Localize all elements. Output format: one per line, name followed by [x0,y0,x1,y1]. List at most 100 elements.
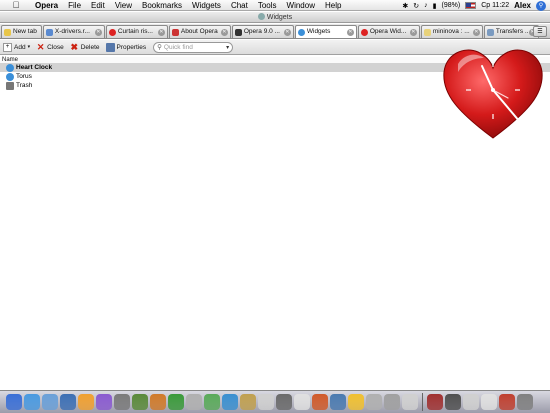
opera-logo-icon [108,29,116,36]
dock-app-icon[interactable] [427,394,443,410]
tab-label: Transfers ... [495,28,531,35]
page-icon [45,29,53,36]
menu-app-opera[interactable]: Opera [30,0,63,11]
dock-app-icon[interactable] [114,394,130,410]
menu-window[interactable]: Window [282,0,320,11]
dock-app-icon[interactable] [463,394,479,410]
dock-app-icon[interactable] [499,394,515,410]
quick-find-input[interactable]: ⚲ Quick find ▾ [153,41,234,53]
menu-tools[interactable]: Tools [253,0,282,11]
opera-doc-icon [171,29,179,36]
dock-app-icon[interactable] [312,394,328,410]
dock-app-icon[interactable] [258,394,274,410]
heart-clock-widget[interactable] [438,42,548,142]
dock-app-icon[interactable] [6,394,22,410]
site-logo-icon [234,29,242,36]
menu-view[interactable]: View [110,0,137,11]
tab-opera-9[interactable]: Opera 9.0 ... ✕ [231,25,294,38]
dock-separator [422,393,423,411]
search-icon: ⚲ [157,44,162,51]
close-icon: ✕ [36,41,45,52]
delete-label: Delete [80,43,100,51]
dock-app-icon[interactable] [348,394,364,410]
dock-app-icon[interactable] [132,394,148,410]
close-button[interactable]: ✕ Close [33,41,67,54]
dock-app-icon[interactable] [240,394,256,410]
dock-app-icon[interactable] [204,394,220,410]
tab-transfers[interactable]: Transfers ... ✕ [483,25,539,38]
dock-app-icon[interactable] [42,394,58,410]
bluetooth-icon[interactable]: ✱ [402,2,408,10]
properties-button[interactable]: Properties [103,41,150,54]
dock-app-icon[interactable] [517,394,533,410]
tab-label: Opera 9.0 ... [243,28,280,35]
dock-app-icon[interactable] [96,394,112,410]
dock-app-icon[interactable] [294,394,310,410]
volume-icon[interactable]: ♪ [424,2,428,9]
apple-menu-icon[interactable]:  [10,0,22,11]
tab-curtain-rising[interactable]: Curtain ris... ✕ [105,25,168,38]
menu-user[interactable]: Alex [514,1,531,10]
tab-close-icon[interactable]: ✕ [157,29,165,36]
list-item-label: Torus [16,73,32,80]
tab-label: New tab [13,28,37,35]
page-icon [423,29,431,36]
battery-percent: (98%) [441,2,461,9]
tab-label: Opera Wid... [369,28,407,35]
tab-list-menu-button[interactable]: ☰ [533,26,547,37]
tab-mininova[interactable]: mininova : ... ✕ [420,25,483,38]
tab-close-icon[interactable]: ✕ [283,29,291,36]
trash-icon [6,81,14,90]
widget-icon [6,72,14,81]
spotlight-icon[interactable]: ⚲ [536,0,546,11]
tab-new-tab[interactable]: New tab [1,25,42,38]
add-button[interactable]: + Add ▾ [0,41,33,54]
list-item-label: Trash [16,82,33,89]
tab-close-icon[interactable]: ✕ [472,29,480,36]
menu-clock[interactable]: Ср 11:22 [481,2,509,9]
tab-close-icon[interactable]: ✕ [94,29,102,36]
dock-app-icon[interactable] [168,394,184,410]
menu-widgets[interactable]: Widgets [187,0,226,11]
dock-app-icon[interactable] [150,394,166,410]
menu-file[interactable]: File [63,0,86,11]
widget-icon [6,63,14,72]
tab-x-drivers[interactable]: X-drivers.r... ✕ [42,25,105,38]
tab-bar: New tab X-drivers.r... ✕ Curtain ris... … [0,24,550,39]
tab-widgets[interactable]: Widgets ✕ [294,25,357,38]
dock-app-icon[interactable] [186,394,202,410]
delete-icon: ✖ [70,41,78,52]
tab-close-icon[interactable]: ✕ [346,29,354,36]
sync-icon[interactable]: ↻ [413,2,419,10]
dock [0,390,550,413]
dock-app-icon[interactable] [330,394,346,410]
dock-app-icon[interactable] [60,394,76,410]
tab-close-icon[interactable]: ✕ [220,29,228,36]
dock-app-icon[interactable] [402,394,418,410]
tab-opera-widgets[interactable]: Opera Wid... ✕ [357,25,420,38]
tab-close-icon[interactable]: ✕ [409,29,417,36]
menu-edit[interactable]: Edit [86,0,110,11]
dock-app-icon[interactable] [481,394,497,410]
input-language-flag-icon[interactable] [465,2,477,9]
dock-app-icon[interactable] [445,394,461,410]
battery-icon[interactable]: ▮ [433,2,437,10]
desktop:  Opera File Edit View Bookmarks Widgets… [0,0,550,413]
chevron-down-icon[interactable]: ▾ [226,44,229,51]
dock-app-icon[interactable] [78,394,94,410]
dock-app-icon[interactable] [384,394,400,410]
dock-app-icon[interactable] [366,394,382,410]
dock-app-icon[interactable] [24,394,40,410]
delete-button[interactable]: ✖ Delete [67,41,103,54]
window-title: Widgets [266,14,293,21]
menu-chat[interactable]: Chat [226,0,253,11]
dock-app-icon[interactable] [276,394,292,410]
tab-about-opera[interactable]: About Opera ✕ [168,25,231,38]
tab-label: X-drivers.r... [54,28,90,35]
dock-app-icon[interactable] [222,394,238,410]
menu-help[interactable]: Help [320,0,346,11]
close-label: Close [47,43,64,51]
menu-bookmarks[interactable]: Bookmarks [137,0,187,11]
menu-extras: ✱ ↻ ♪ ▮ (98%) Ср 11:22 Alex ⚲ [402,0,546,11]
tab-label: Curtain ris... [117,28,153,35]
